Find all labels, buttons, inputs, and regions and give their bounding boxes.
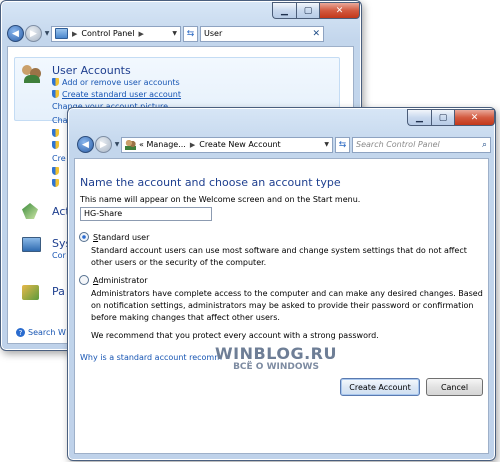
system-icon — [22, 237, 41, 252]
task-partial-shield — [52, 141, 62, 150]
breadcrumb-manage[interactable]: « Manage... — [139, 140, 186, 149]
control-panel-icon — [55, 28, 68, 39]
password-recommendation: We recommend that you protect every acco… — [91, 331, 379, 340]
address-dropdown-icon[interactable]: ▼ — [172, 30, 177, 37]
create-account-content: Name the account and choose an account t… — [74, 158, 489, 454]
close-button[interactable]: ✕ — [454, 109, 495, 126]
address-bar[interactable]: « Manage... ▶ Create New Account ▼ — [121, 136, 333, 153]
watermark: WINBLOG.RU ВСЁ О WINDOWS — [212, 344, 340, 378]
user-accounts-icon — [125, 139, 136, 150]
uac-shield-icon — [52, 167, 59, 175]
uac-shield-icon — [52, 141, 59, 149]
task-partial[interactable]: Cre — [52, 154, 66, 163]
breadcrumb-control-panel[interactable]: Control Panel — [81, 29, 134, 38]
create-new-account-window: ▁ ▢ ✕ ◀ ▶ ▼ « Manage... ▶ Create New Acc… — [67, 107, 496, 461]
account-name-value: HG-Share — [84, 209, 123, 218]
standard-user-label[interactable]: Standard user — [93, 233, 149, 242]
address-bar[interactable]: ▶ Control Panel ▶ ▼ — [51, 25, 181, 42]
task-create-standard[interactable]: Create standard user account — [52, 90, 181, 99]
task-add-remove[interactable]: Add or remove user accounts — [52, 78, 180, 87]
page-heading: Name the account and choose an account t… — [80, 176, 341, 189]
action-center-icon — [22, 203, 38, 219]
window-controls: ▁ ▢ ✕ — [407, 109, 495, 126]
radio-selected-icon[interactable] — [79, 232, 89, 242]
search-value: User — [204, 29, 223, 38]
help-icon: ? — [16, 328, 25, 337]
name-prompt: This name will appear on the Welcome scr… — [80, 195, 361, 204]
maximize-button[interactable]: ▢ — [431, 109, 454, 126]
breadcrumb-create-new-account[interactable]: Create New Account — [199, 140, 280, 149]
refresh-icon[interactable]: ⇆ — [183, 25, 198, 42]
navigation-bar: ◀ ▶ ▼ « Manage... ▶ Create New Account ▼… — [77, 136, 491, 153]
forward-arrow-icon[interactable]: ▶ — [95, 136, 112, 153]
administrator-description: Administrators have complete access to t… — [91, 289, 483, 322]
clear-search-icon[interactable]: ✕ — [312, 29, 320, 39]
cancel-button[interactable]: Cancel — [426, 378, 483, 396]
radio-unselected-icon[interactable] — [79, 275, 89, 285]
account-name-input[interactable]: HG-Share — [80, 207, 212, 221]
search-placeholder: Search Control Panel — [356, 140, 440, 149]
search-icon[interactable]: ⌕ — [482, 140, 487, 150]
section-subtask-partial[interactable]: Cor — [52, 251, 66, 260]
navigation-bar: ◀ ▶ ▼ ▶ Control Panel ▶ ▼ ⇆ User ✕ — [7, 25, 324, 42]
history-dropdown-icon[interactable]: ▼ — [43, 30, 51, 37]
minimize-button[interactable]: ▁ — [407, 109, 431, 126]
back-arrow-icon[interactable]: ◀ — [77, 136, 94, 153]
uac-shield-icon — [52, 90, 59, 98]
watermark-subtitle: ВСЁ О WINDOWS — [233, 362, 319, 372]
help-link[interactable]: Why is a standard account recomm — [80, 353, 222, 362]
standard-user-radio[interactable]: Standard user — [79, 232, 149, 242]
uac-shield-icon — [52, 129, 59, 137]
uac-shield-icon — [52, 179, 59, 187]
uac-shield-icon — [52, 78, 59, 86]
window-controls: ▁ ▢ ✕ — [272, 2, 360, 19]
maximize-button[interactable]: ▢ — [296, 2, 319, 19]
forward-arrow-icon[interactable]: ▶ — [25, 25, 42, 42]
task-partial-shield — [52, 129, 62, 138]
task-partial-shield — [52, 179, 62, 188]
search-input[interactable]: User ✕ — [200, 25, 324, 42]
history-dropdown-icon[interactable]: ▼ — [113, 141, 121, 148]
search-windows-link[interactable]: ? Search W — [16, 328, 66, 337]
administrator-radio[interactable]: Administrator — [79, 275, 148, 285]
minimize-button[interactable]: ▁ — [272, 2, 296, 19]
task-partial-shield — [52, 167, 62, 176]
user-accounts-heading[interactable]: User Accounts — [52, 64, 131, 77]
search-input[interactable]: Search Control Panel ⌕ — [352, 136, 491, 153]
create-account-button[interactable]: Create Account — [340, 378, 420, 396]
standard-user-description: Standard account users can use most soft… — [91, 246, 467, 267]
watermark-title: WINBLOG.RU — [215, 344, 337, 363]
address-dropdown-icon[interactable]: ▼ — [324, 141, 329, 148]
appearance-icon — [22, 285, 39, 300]
breadcrumb-separator-icon: ▶ — [72, 29, 78, 38]
back-arrow-icon[interactable]: ◀ — [7, 25, 24, 42]
user-accounts-icon — [22, 65, 42, 83]
refresh-icon[interactable]: ⇆ — [335, 136, 350, 153]
section-heading-partial[interactable]: Pa — [52, 285, 65, 298]
breadcrumb-separator-icon: ▶ — [138, 29, 144, 38]
breadcrumb-separator-icon: ▶ — [189, 140, 196, 149]
administrator-label[interactable]: Administrator — [93, 276, 148, 285]
close-button[interactable]: ✕ — [319, 2, 360, 19]
task-partial[interactable]: Cha — [52, 116, 68, 125]
